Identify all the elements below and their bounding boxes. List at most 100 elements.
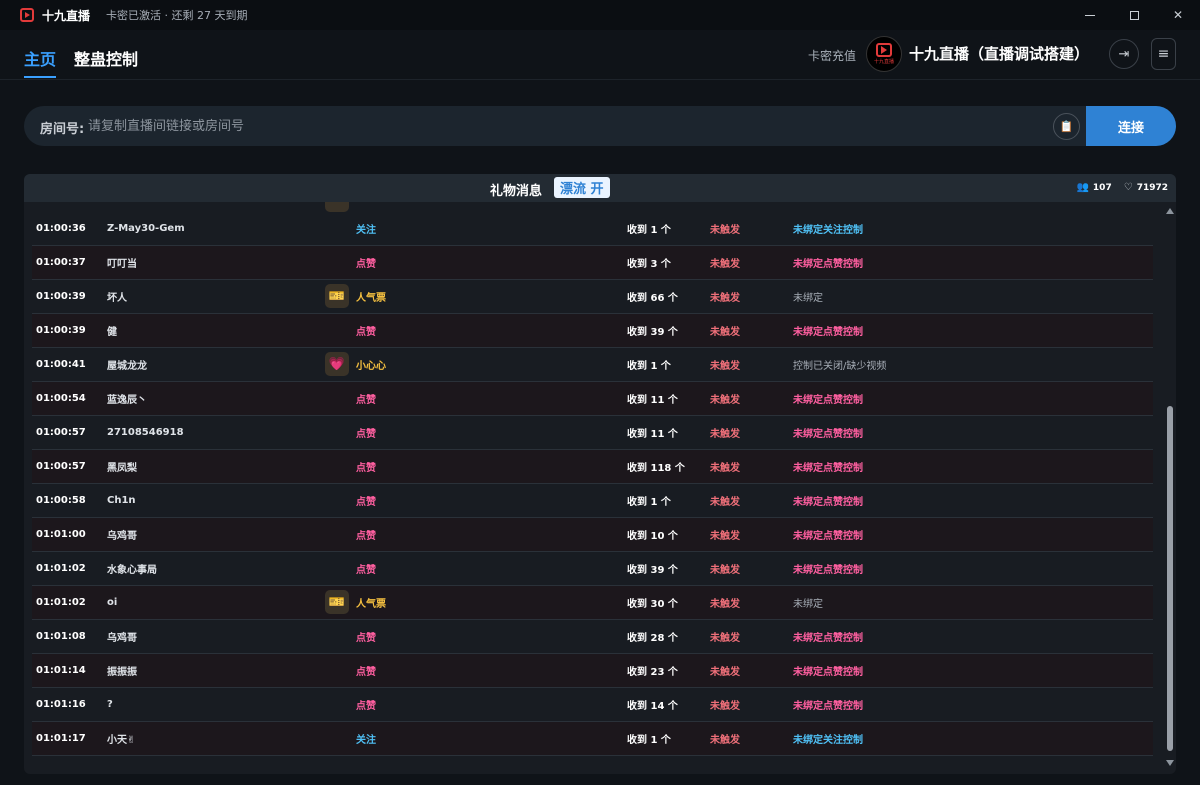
logout-button[interactable]: ⇥ xyxy=(1109,39,1139,69)
message-list[interactable]: 01:00:36 Z-May30-Gem 关注 收到 1 个未触发 未绑定关注控制 01:… xyxy=(32,212,1153,756)
row-binding-status: 未绑定点赞控制 xyxy=(793,395,863,406)
heart-icon: 💗 xyxy=(325,352,349,376)
row-time: 01:00:41 xyxy=(36,359,86,370)
row-count: 收到 10 个 xyxy=(627,531,678,542)
row-binding-status: 未绑定点赞控制 xyxy=(793,327,863,338)
table-row: 01:01:14 振振振 点赞 收到 23 个 未触发 未绑定点赞控制 xyxy=(32,654,1153,688)
row-user: 蓝逸辰丶 xyxy=(107,395,147,406)
row-type: 点赞 xyxy=(356,565,376,576)
row-trigger-status: 未触发 xyxy=(710,599,740,610)
row-time: 01:01:02 xyxy=(36,563,86,574)
row-trigger-status: 未触发 xyxy=(710,327,740,338)
table-row: 01:00:57 黑凤梨 点赞 收到 118 个 未触发 未绑定点赞控制 xyxy=(32,450,1153,484)
row-binding-status: 未绑定点赞控制 xyxy=(793,259,863,270)
row-user: 屋城龙龙 xyxy=(107,361,147,372)
row-time: 01:01:08 xyxy=(36,631,86,642)
row-time: 01:00:39 xyxy=(36,325,86,336)
row-trigger-status: 未触发 xyxy=(710,259,740,270)
row-time: 01:00:39 xyxy=(36,291,86,302)
row-type: 点赞 xyxy=(356,531,376,542)
table-row: 01:01:00 乌鸡哥 点赞 收到 10 个 未触发 未绑定点赞控制 xyxy=(32,518,1153,552)
row-time: 01:01:17 xyxy=(36,733,86,744)
row-user: ? xyxy=(107,699,113,710)
row-trigger-status: 未触发 xyxy=(710,701,740,712)
float-toggle[interactable]: 漂流 开 xyxy=(554,177,610,198)
table-row: 01:01:08 乌鸡哥 点赞 收到 28 个 未触发 未绑定点赞控制 xyxy=(32,620,1153,654)
window-controls: ✕ xyxy=(1068,0,1200,30)
scroll-down-icon[interactable] xyxy=(1166,760,1174,766)
row-time: 01:00:58 xyxy=(36,495,86,506)
row-type: 点赞 xyxy=(356,395,376,406)
minimize-button[interactable] xyxy=(1068,0,1112,30)
row-time: 01:01:02 xyxy=(36,597,86,608)
maximize-icon xyxy=(1129,10,1139,20)
maximize-button[interactable] xyxy=(1112,0,1156,30)
row-user: 小天✌ xyxy=(107,735,136,746)
panel-title: 礼物消息 xyxy=(490,184,543,199)
row-trigger-status: 未触发 xyxy=(710,735,740,746)
row-count: 收到 14 个 xyxy=(627,701,678,712)
row-trigger-status: 未触发 xyxy=(710,463,740,474)
row-user: 健 xyxy=(107,327,117,338)
row-count: 收到 23 个 xyxy=(627,667,678,678)
row-time: 01:01:16 xyxy=(36,699,86,710)
row-binding-status: 未绑定 xyxy=(793,293,823,304)
row-count: 收到 39 个 xyxy=(627,327,678,338)
row-count: 收到 3 个 xyxy=(627,259,671,270)
row-count: 收到 66 个 xyxy=(627,293,678,304)
row-trigger-status: 未触发 xyxy=(710,667,740,678)
paste-button[interactable]: 📋 xyxy=(1053,113,1080,140)
row-count: 收到 1 个 xyxy=(627,225,671,236)
row-binding-status: 控制已关闭/缺少视频 xyxy=(793,361,887,372)
row-binding-status: 未绑定点赞控制 xyxy=(793,463,863,474)
row-user: 黑凤梨 xyxy=(107,463,137,474)
row-type: 点赞 xyxy=(356,701,376,712)
table-row: 01:00:57 27108546918 点赞 收到 11 个 未触发 未绑定点赞控制 xyxy=(32,416,1153,450)
table-row: 01:00:37 叮叮当 点赞 收到 3 个 未触发 未绑定点赞控制 xyxy=(32,246,1153,280)
header: 主页 整蛊控制 卡密充值 十九直播 十九直播（直播调试搭建） ⇥ ≡ xyxy=(0,30,1200,80)
row-type: 点赞 xyxy=(356,633,376,644)
row-count: 收到 118 个 xyxy=(627,463,685,474)
avatar[interactable]: 十九直播 xyxy=(866,36,902,72)
table-row: 01:01:16? 点赞 收到 14 个 未触发 未绑定点赞控制 xyxy=(32,688,1153,722)
row-count: 收到 1 个 xyxy=(627,497,671,508)
row-type: 点赞 xyxy=(356,463,376,474)
menu-button[interactable]: ≡ xyxy=(1151,38,1176,70)
row-type: 点赞 xyxy=(356,429,376,440)
table-row: 01:00:39 坏人 🎫 人气票 收到 66 个 未触发 未绑定 xyxy=(32,280,1153,314)
row-type: 小心心 xyxy=(356,361,386,372)
tab-prank-control[interactable]: 整蛊控制 xyxy=(74,46,138,70)
row-user: 水象心事局 xyxy=(107,565,157,576)
clipboard-icon: 📋 xyxy=(1059,120,1074,133)
row-count: 收到 30 个 xyxy=(627,599,678,610)
row-binding-status: 未绑定点赞控制 xyxy=(793,531,863,542)
like-count: 71972 xyxy=(1136,182,1168,193)
table-row: 01:01:17 小天✌ 关注 收到 1 个 未触发 未绑定关注控制 xyxy=(32,722,1153,756)
row-trigger-status: 未触发 xyxy=(710,531,740,542)
row-type: 关注 xyxy=(356,225,376,236)
row-trigger-status: 未触发 xyxy=(710,225,740,236)
table-row: 01:00:36 Z-May30-Gem 关注 收到 1 个 未触发 未绑定关注控制 xyxy=(32,212,1153,246)
table-row: 01:00:58 Ch1n 点赞 收到 1 个 未触发 未绑定点赞控制 xyxy=(32,484,1153,518)
connect-button[interactable]: 连接 xyxy=(1086,106,1176,146)
row-count: 收到 11 个 xyxy=(627,395,678,406)
room-input[interactable] xyxy=(88,114,1028,138)
row-trigger-status: 未触发 xyxy=(710,497,740,508)
account-name: 十九直播（直播调试搭建） xyxy=(909,45,1090,63)
row-count: 收到 28 个 xyxy=(627,633,678,644)
row-trigger-status: 未触发 xyxy=(710,293,740,304)
gift-message-panel: 礼物消息 漂流 开 👥 107 ♡ 71972 01:00:36 Z-May30-… xyxy=(24,174,1176,774)
row-time: 01:00:37 xyxy=(36,257,86,268)
scroll-thumb[interactable] xyxy=(1167,406,1173,751)
row-time: 01:01:14 xyxy=(36,665,86,676)
close-button[interactable]: ✕ xyxy=(1156,0,1200,30)
tab-home[interactable]: 主页 xyxy=(24,46,57,78)
row-binding-status: 未绑定点赞控制 xyxy=(793,565,863,576)
scrollbar[interactable] xyxy=(1164,204,1176,770)
scroll-up-icon[interactable] xyxy=(1166,208,1174,214)
row-binding-status: 未绑定点赞控制 xyxy=(793,429,863,440)
recharge-link[interactable]: 卡密充值 xyxy=(808,47,856,64)
row-trigger-status: 未触发 xyxy=(710,633,740,644)
row-time: 01:01:00 xyxy=(36,529,86,540)
ticket-icon: 🎫 xyxy=(325,284,349,308)
